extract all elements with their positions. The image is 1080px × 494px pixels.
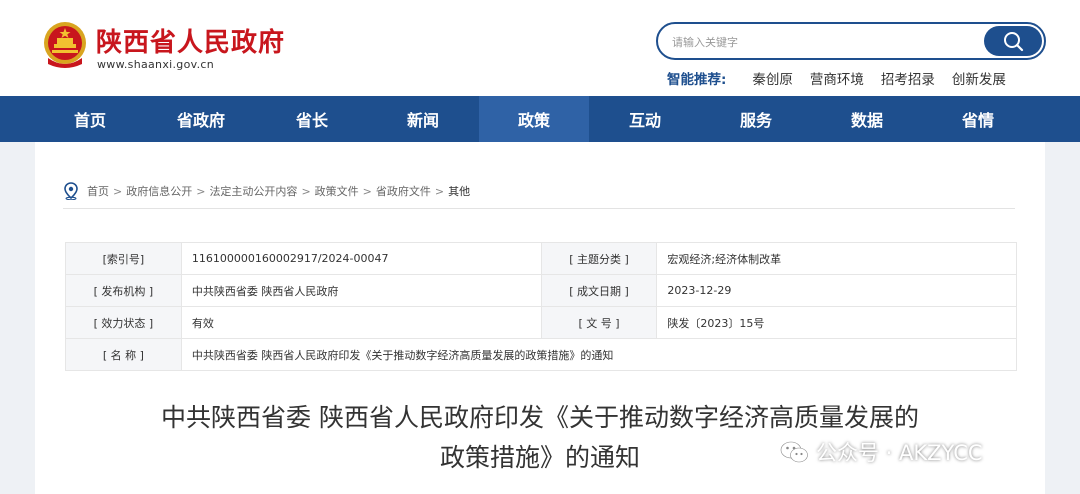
breadcrumb-current: 其他 bbox=[448, 185, 471, 198]
index-label: [索引号] bbox=[65, 242, 182, 275]
smart-recommend-label: 智能推荐: bbox=[667, 72, 727, 88]
date-value: 2023-12-29 bbox=[656, 274, 1017, 307]
wechat-icon bbox=[780, 441, 808, 463]
table-row: [ 效力状态 ] 有效 [ 文 号 ] 陕发〔2023〕15号 bbox=[65, 306, 1017, 339]
nav-item-interaction[interactable]: 互动 bbox=[590, 96, 700, 142]
name-label: [ 名 称 ] bbox=[65, 338, 182, 371]
smart-recommend: 智能推荐: 秦创原 营商环境 招考招录 创新发展 bbox=[667, 68, 1023, 88]
nav-item-governor[interactable]: 省长 bbox=[257, 96, 367, 142]
table-row: [索引号] 116100000160002917/2024-00047 [ 主题… bbox=[65, 242, 1017, 275]
site-url: www.shaanxi.gov.cn bbox=[97, 58, 214, 71]
site-title[interactable]: 陕西省人民政府 bbox=[96, 22, 285, 59]
site-header: 陕西省人民政府 www.shaanxi.gov.cn 智能推荐: 秦创原 营商环… bbox=[0, 0, 1080, 96]
topic-label: [ 主题分类 ] bbox=[540, 242, 658, 275]
docno-value: 陕发〔2023〕15号 bbox=[656, 306, 1017, 339]
name-value: 中共陕西省委 陕西省人民政府印发《关于推动数字经济高质量发展的政策措施》的通知 bbox=[180, 338, 1018, 371]
topic-value: 宏观经济;经济体制改革 bbox=[656, 242, 1017, 275]
breadcrumb-separator: > bbox=[301, 184, 311, 198]
search-button[interactable] bbox=[984, 26, 1042, 56]
breadcrumb-separator: > bbox=[196, 184, 206, 198]
publisher-value: 中共陕西省委 陕西省人民政府 bbox=[180, 274, 542, 307]
smart-link-business-environment[interactable]: 营商环境 bbox=[810, 68, 864, 88]
nav-item-service[interactable]: 服务 bbox=[701, 96, 811, 142]
search-box bbox=[656, 22, 1046, 60]
wechat-watermark: 公众号 · AKZYCC bbox=[780, 437, 983, 467]
breadcrumb-separator: > bbox=[113, 184, 123, 198]
breadcrumb-policy-docs[interactable]: 政策文件 bbox=[315, 183, 359, 199]
document-info-table: [索引号] 116100000160002917/2024-00047 [ 主题… bbox=[65, 242, 1018, 371]
table-row: [ 名 称 ] 中共陕西省委 陕西省人民政府印发《关于推动数字经济高质量发展的政… bbox=[65, 338, 1018, 371]
docno-label: [ 文 号 ] bbox=[540, 306, 658, 339]
breadcrumb-statutory[interactable]: 法定主动公开内容 bbox=[209, 183, 297, 199]
nav-item-home[interactable]: 首页 bbox=[35, 96, 145, 142]
breadcrumb-separator: > bbox=[434, 184, 445, 198]
search-input[interactable] bbox=[672, 32, 972, 52]
breadcrumb-home[interactable]: 首页 bbox=[87, 183, 109, 199]
document-title-line-1: 中共陕西省委 陕西省人民政府印发《关于推动数字经济高质量发展的 bbox=[161, 403, 919, 432]
status-label: [ 效力状态 ] bbox=[65, 306, 182, 339]
date-label: [ 成文日期 ] bbox=[540, 274, 658, 307]
search-icon bbox=[1004, 32, 1024, 52]
nav-item-government[interactable]: 省政府 bbox=[146, 96, 256, 142]
nav-item-policy[interactable]: 政策 bbox=[479, 96, 589, 142]
breadcrumb-gov-docs[interactable]: 省政府文件 bbox=[376, 183, 431, 199]
breadcrumb-separator: > bbox=[362, 184, 372, 198]
smart-link-recruitment[interactable]: 招考招录 bbox=[881, 68, 935, 88]
nav-item-province-info[interactable]: 省情 bbox=[923, 96, 1033, 142]
index-value: 116100000160002917/2024-00047 bbox=[180, 242, 542, 275]
breadcrumb: 首页 > 政府信息公开 > 法定主动公开内容 > 政策文件 > 省政府文件 > … bbox=[63, 182, 470, 200]
smart-link-innovation[interactable]: 创新发展 bbox=[952, 68, 1006, 88]
main-nav: 首页 省政府 省长 新闻 政策 互动 服务 数据 省情 bbox=[0, 96, 1080, 142]
publisher-label: [ 发布机构 ] bbox=[65, 274, 182, 307]
status-value: 有效 bbox=[180, 306, 542, 339]
nav-item-news[interactable]: 新闻 bbox=[368, 96, 478, 142]
nav-item-data[interactable]: 数据 bbox=[812, 96, 922, 142]
watermark-text: 公众号 · AKZYCC bbox=[816, 441, 983, 465]
national-emblem-icon[interactable] bbox=[42, 20, 88, 68]
smart-link-qinchuangyuan[interactable]: 秦创原 bbox=[752, 68, 793, 88]
location-pin-icon bbox=[64, 182, 78, 200]
breadcrumb-gov-info[interactable]: 政府信息公开 bbox=[126, 183, 192, 199]
table-row: [ 发布机构 ] 中共陕西省委 陕西省人民政府 [ 成文日期 ] 2023-12… bbox=[65, 274, 1017, 307]
divider bbox=[63, 208, 1015, 209]
